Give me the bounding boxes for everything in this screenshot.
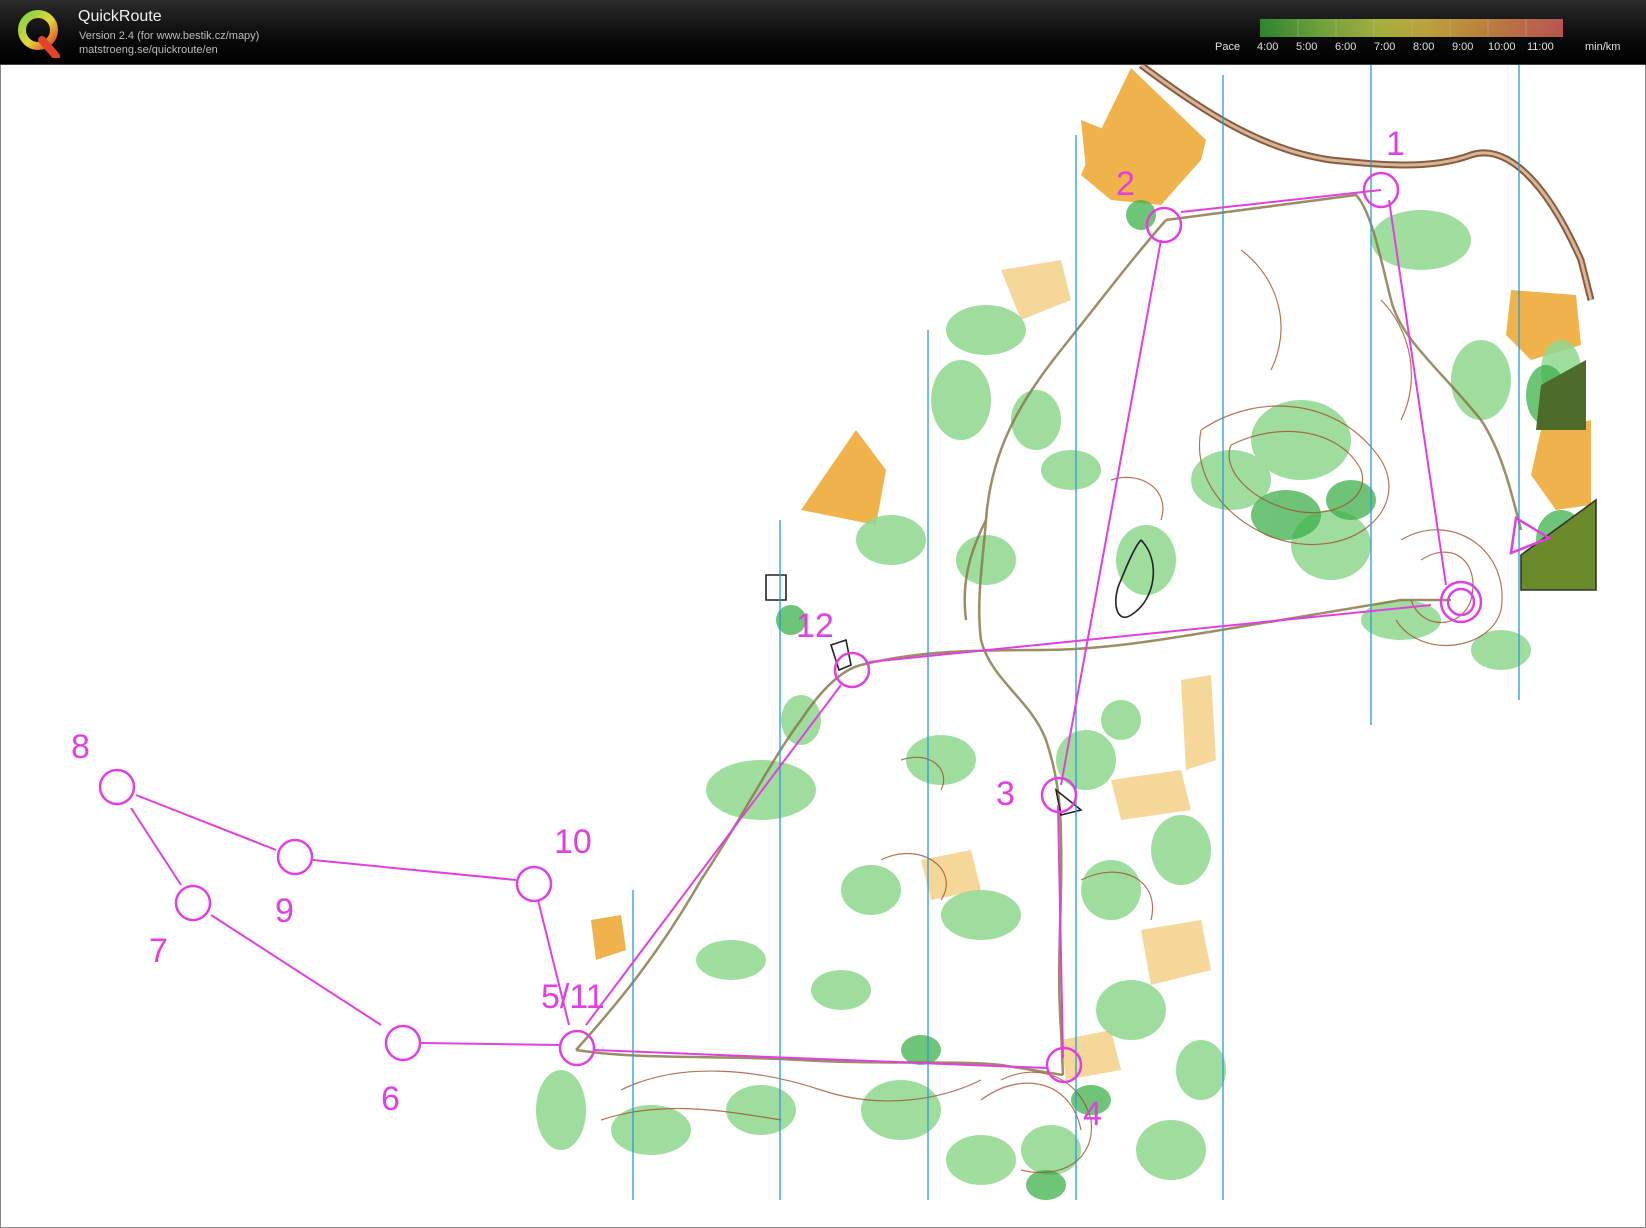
app-version: Version 2.4 (for www.bestik.cz/mapy) [79,30,260,42]
control-10-circle [515,865,553,903]
control-label-9: 9 [275,892,294,930]
control-label-4: 4 [1083,1095,1102,1133]
pace-tick: 5:00 [1296,41,1318,53]
pace-color-scale [1260,19,1563,37]
pace-tick: 9:00 [1452,41,1474,53]
app-title: QuickRoute [78,8,162,25]
pace-tick: 6:00 [1335,41,1357,53]
pace-tick: 7:00 [1374,41,1396,53]
control-label-7: 7 [149,932,168,970]
control-7-circle [174,884,212,922]
control-label-2: 2 [1116,165,1135,203]
control-label-3: 3 [996,775,1015,813]
control-8-circle [98,768,136,806]
map-view[interactable]: 1 2 3 4 5/11 6 7 8 9 10 12 [0,65,1646,1228]
control-label-5-11: 5/11 [541,978,605,1016]
control-label-8: 8 [71,728,90,766]
control-label-1: 1 [1386,125,1405,163]
pace-tick: 4:00 [1257,41,1279,53]
pace-unit: min/km [1585,41,1621,53]
pace-tick: 8:00 [1413,41,1435,53]
pace-tick: 10:00 [1488,41,1516,53]
pace-legend-title: Pace [1215,41,1241,53]
control-9-circle [276,838,314,876]
control-label-6: 6 [381,1080,400,1118]
orienteering-map: 1 2 3 4 5/11 6 7 8 9 10 12 [71,65,1597,1200]
app-header: QuickRoute Version 2.4 (for www.bestik.c… [0,0,1646,65]
quickroute-logo-icon [18,10,60,58]
pace-tick: 11:00 [1527,41,1554,53]
control-label-10: 10 [554,823,592,861]
app-website: matstroeng.se/quickroute/en [79,44,218,56]
control-label-12: 12 [796,607,834,645]
control-6-circle [384,1024,422,1062]
